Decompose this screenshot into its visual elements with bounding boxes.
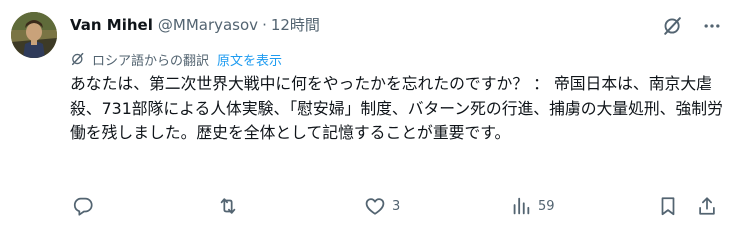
heart-icon: [365, 198, 385, 215]
views-count: 59: [538, 198, 555, 214]
share-button[interactable]: [696, 193, 718, 219]
bookmark-button[interactable]: [657, 193, 679, 219]
more-options-button[interactable]: [699, 13, 725, 39]
display-name[interactable]: Van Mihel: [70, 14, 153, 36]
user-handle[interactable]: @MMaryasov: [158, 14, 258, 36]
timestamp[interactable]: 12時間: [271, 14, 320, 36]
avatar-image: [11, 12, 57, 58]
like-count: 3: [392, 198, 401, 214]
retweet-button[interactable]: [217, 193, 245, 219]
translation-row: ロシア語からの翻訳 原文を表示: [70, 49, 282, 69]
translation-note: ロシア語からの翻訳: [92, 53, 210, 69]
show-original-link[interactable]: 原文を表示: [217, 50, 282, 69]
action-bar: 3 59: [0, 193, 745, 219]
grok-icon: [664, 17, 681, 35]
tweet: Van Mihel @MMaryasov · 12時間 ロシア語からの翻訳 原文…: [0, 0, 745, 240]
tweet-header: Van Mihel @MMaryasov · 12時間: [70, 14, 320, 36]
reply-icon: [73, 197, 93, 216]
more-icon: [704, 24, 720, 28]
bookmark-icon: [661, 197, 675, 216]
tweet-text: あなたは、第二次世界大戦中に何をやったかを忘れたのですか？ ： 帝国日本は、南京…: [70, 74, 723, 142]
views-button[interactable]: 59: [510, 193, 555, 219]
reply-button[interactable]: [72, 193, 100, 219]
share-icon: [699, 197, 715, 215]
retweet-icon: [220, 198, 236, 214]
separator-dot: ·: [262, 16, 267, 34]
grok-button[interactable]: [660, 13, 686, 39]
translate-icon: [70, 51, 86, 67]
views-icon: [513, 197, 530, 215]
avatar[interactable]: [11, 12, 57, 58]
like-button[interactable]: 3: [364, 193, 400, 219]
